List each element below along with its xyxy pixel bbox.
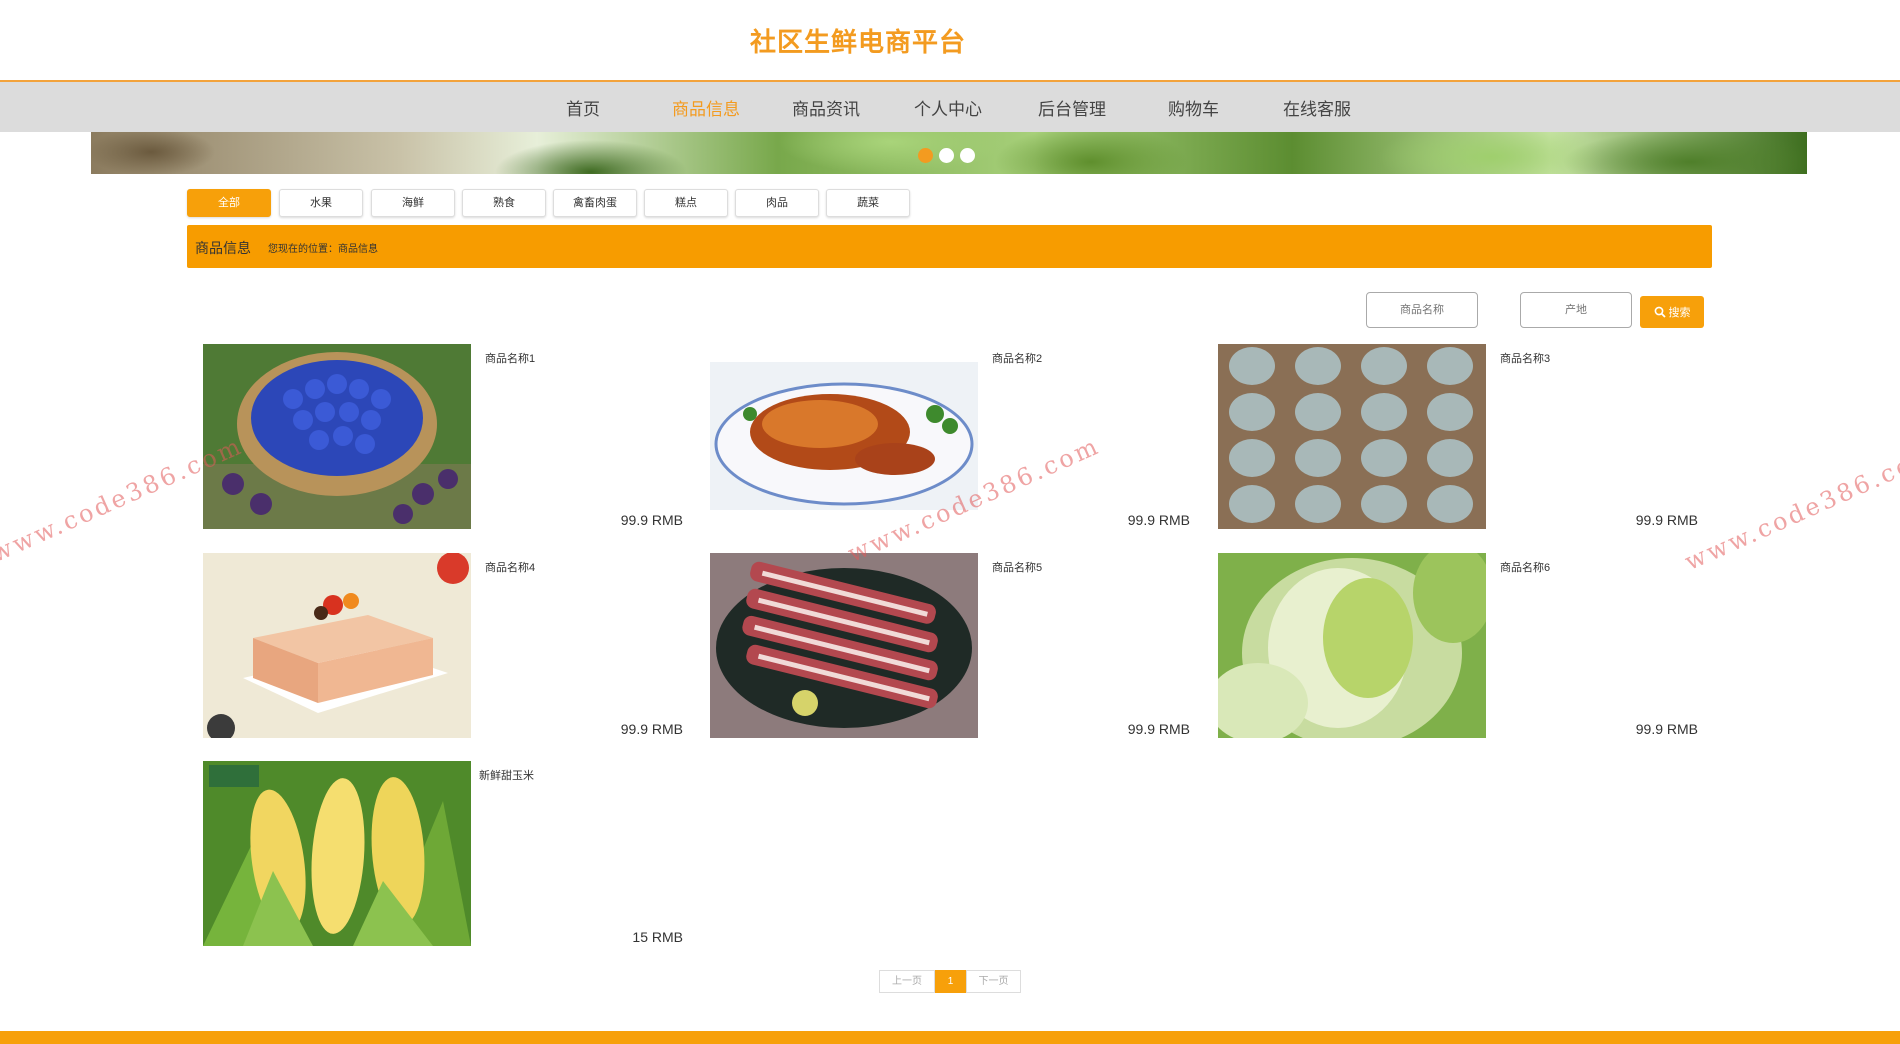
pagination: 上一页 1 下一页 <box>879 970 1021 993</box>
breadcrumb-bar: 商品信息 您现在的位置：商品信息 <box>187 225 1712 268</box>
product-name[interactable]: 商品名称6 <box>1500 559 1550 575</box>
nav-item-news[interactable]: 商品资讯 <box>792 95 860 120</box>
nav-item-home[interactable]: 首页 <box>566 95 600 120</box>
category-fruit[interactable]: 水果 <box>279 189 363 217</box>
product-name[interactable]: 新鲜甜玉米 <box>479 767 534 783</box>
product-card[interactable]: 商品名称3 99.9 RMB <box>1218 344 1698 530</box>
product-name-input[interactable] <box>1366 292 1478 328</box>
category-seafood[interactable]: 海鲜 <box>371 189 455 217</box>
product-name[interactable]: 商品名称5 <box>992 559 1042 575</box>
product-price: 15 RMB <box>632 929 683 945</box>
search-button[interactable]: 搜索 <box>1640 296 1704 328</box>
product-image-cabbage[interactable] <box>1218 553 1486 738</box>
nav-item-admin[interactable]: 后台管理 <box>1038 95 1106 120</box>
product-name[interactable]: 商品名称2 <box>992 350 1042 366</box>
category-all[interactable]: 全部 <box>187 189 271 217</box>
product-price: 99.9 RMB <box>620 721 683 737</box>
carousel-dots <box>918 148 975 163</box>
search-button-label: 搜索 <box>1668 307 1691 319</box>
site-title: 社区生鲜电商平台 <box>750 27 967 57</box>
product-card[interactable]: 商品名称1 99.9 RMB <box>203 344 683 530</box>
product-name[interactable]: 商品名称1 <box>485 350 535 366</box>
carousel-dot-1[interactable] <box>918 148 933 163</box>
product-image-cake[interactable] <box>203 553 471 738</box>
product-image-ribs[interactable] <box>710 553 978 738</box>
main-nav: 首页 商品信息 商品资讯 个人中心 后台管理 购物车 在线客服 <box>0 80 1900 132</box>
product-name[interactable]: 商品名称4 <box>485 559 535 575</box>
product-card[interactable]: 新鲜甜玉米 15 RMB <box>203 761 683 947</box>
product-image-eggs[interactable] <box>1218 344 1486 529</box>
product-price: 99.9 RMB <box>1635 512 1698 528</box>
prev-page-button[interactable]: 上一页 <box>879 970 935 993</box>
product-price: 99.9 RMB <box>1635 721 1698 737</box>
product-image-blue-plums[interactable] <box>203 344 471 529</box>
breadcrumb-location: 您现在的位置：商品信息 <box>268 244 378 255</box>
product-card[interactable]: 商品名称4 99.9 RMB <box>203 553 683 739</box>
breadcrumb-title: 商品信息 <box>195 240 251 256</box>
nav-item-products[interactable]: 商品信息 <box>672 95 740 120</box>
category-deli[interactable]: 熟食 <box>462 189 546 217</box>
origin-input[interactable] <box>1520 292 1632 328</box>
search-icon <box>1654 306 1666 318</box>
carousel-dot-2[interactable] <box>939 148 954 163</box>
product-price: 99.9 RMB <box>620 512 683 528</box>
product-image-corn[interactable] <box>203 761 471 946</box>
current-page-button[interactable]: 1 <box>935 970 966 993</box>
carousel-dot-3[interactable] <box>960 148 975 163</box>
next-page-button[interactable]: 下一页 <box>966 970 1021 993</box>
product-card[interactable]: 商品名称2 99.9 RMB <box>710 344 1190 530</box>
nav-item-profile[interactable]: 个人中心 <box>914 95 982 120</box>
category-meat[interactable]: 肉品 <box>735 189 819 217</box>
footer-bar <box>0 1031 1900 1044</box>
product-card[interactable]: 商品名称6 99.9 RMB <box>1218 553 1698 739</box>
site-header: 社区生鲜电商平台 <box>0 0 1900 80</box>
product-price: 99.9 RMB <box>1127 512 1190 528</box>
nav-item-support[interactable]: 在线客服 <box>1283 95 1351 120</box>
nav-item-cart[interactable]: 购物车 <box>1168 95 1219 120</box>
product-name[interactable]: 商品名称3 <box>1500 350 1550 366</box>
product-price: 99.9 RMB <box>1127 721 1190 737</box>
category-pastry[interactable]: 糕点 <box>644 189 728 217</box>
product-image-roast-duck[interactable] <box>710 344 978 529</box>
category-vegetables[interactable]: 蔬菜 <box>826 189 910 217</box>
product-card[interactable]: 商品名称5 99.9 RMB <box>710 553 1190 739</box>
category-meat-eggs[interactable]: 禽畜肉蛋 <box>553 189 637 217</box>
watermark: www.code386.com <box>1680 439 1900 576</box>
